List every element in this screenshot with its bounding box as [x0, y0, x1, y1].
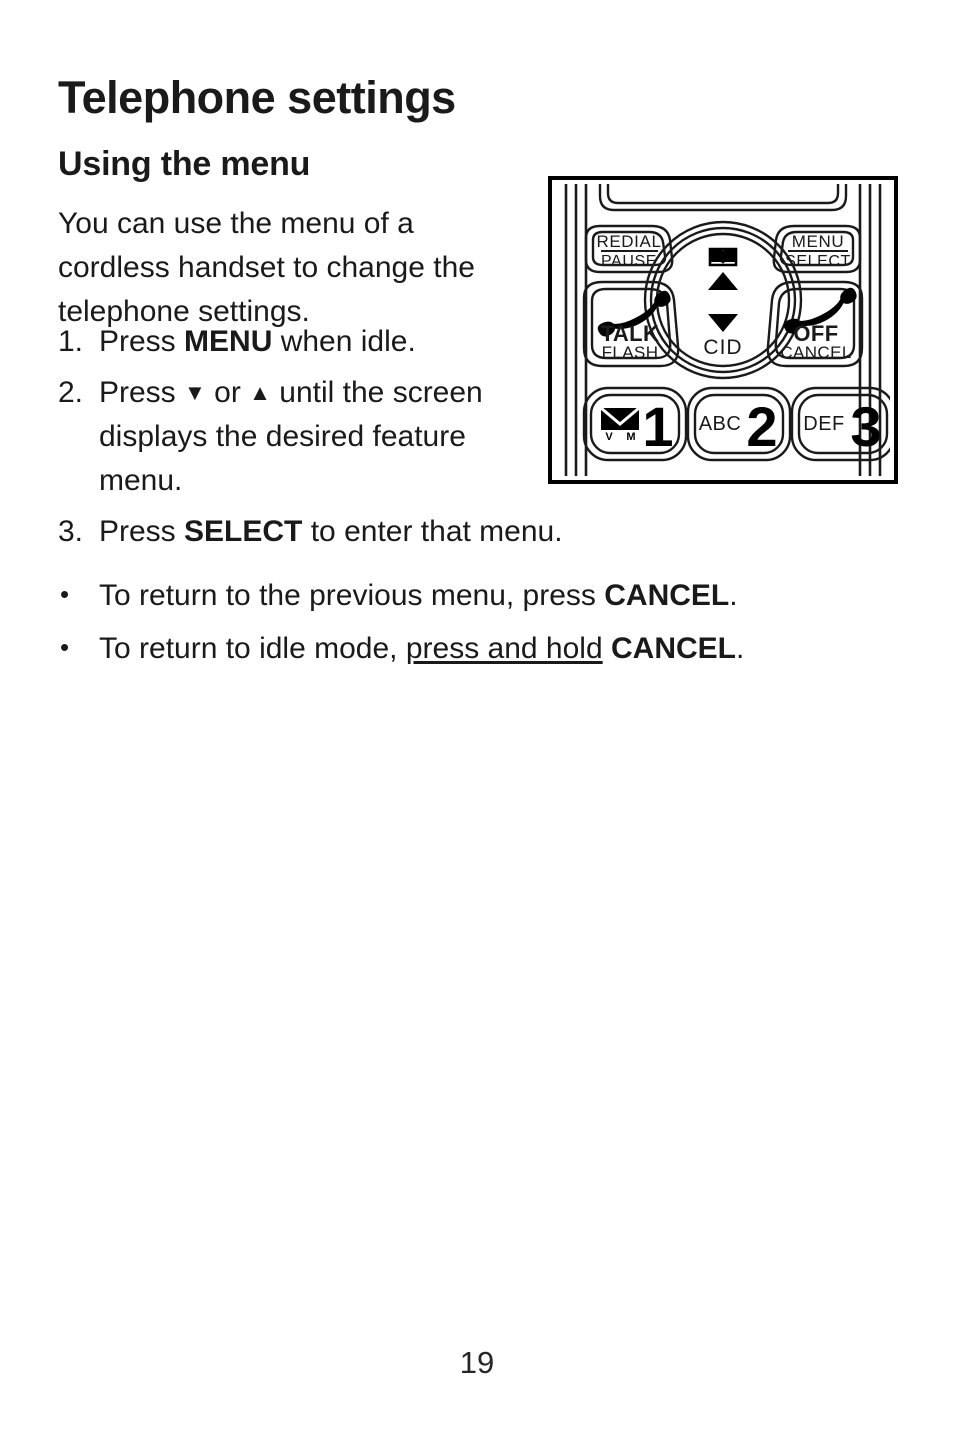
step-key-select: SELECT — [184, 515, 303, 548]
manual-page: Telephone settings Using the menu You ca… — [0, 0, 954, 1432]
svg-text:MENU: MENU — [792, 232, 844, 251]
list-item-step-3: 3. Press SELECT to enter that menu. — [58, 510, 898, 554]
step-marker: 3. — [58, 515, 84, 548]
svg-text:1: 1 — [642, 395, 673, 458]
down-arrow-icon: ▼ — [184, 380, 206, 405]
note-text-post: . — [735, 632, 745, 665]
step-text-pre: Press — [99, 515, 185, 548]
svg-text:CID: CID — [703, 336, 742, 359]
list-item-note-2: • To return to idle mode, press and hold… — [58, 623, 918, 674]
svg-text:PAUSE: PAUSE — [601, 253, 657, 270]
note-text-pre: To return to idle mode, — [99, 632, 406, 665]
section-heading: Using the menu — [58, 145, 311, 184]
note-key-cancel: CANCEL — [604, 579, 730, 612]
note-emphasis-press-and-hold: press and hold — [405, 632, 603, 665]
note-key-cancel: CANCEL — [610, 632, 736, 665]
step-text: Press ▼ or ▲ until the screen displays t… — [99, 376, 483, 497]
step-text: Press SELECT to enter that menu. — [99, 515, 563, 548]
bullet-notes: • To return to the previous menu, press … — [58, 570, 918, 676]
numbered-steps: 1. Press MENU when idle. 2. Press ▼ or ▲… — [58, 320, 518, 510]
step-marker: 2. — [58, 376, 84, 409]
step-text-post: to enter that menu. — [302, 515, 563, 548]
bullet-icon: • — [60, 632, 70, 662]
note-text-pre: To return to the previous menu, press — [99, 579, 605, 612]
list-item-step-2: 2. Press ▼ or ▲ until the screen display… — [58, 371, 518, 503]
step-text-mid: or — [205, 376, 250, 409]
intro-paragraph: You can use the menu of a cordless hands… — [58, 207, 475, 328]
step-text-pre: Press — [99, 376, 185, 409]
bullet-icon: • — [60, 579, 70, 609]
page-title: Telephone settings — [58, 72, 456, 124]
step-key-menu: MENU — [184, 325, 273, 358]
step-text-post: when idle. — [272, 325, 416, 358]
note-text-mid — [603, 632, 611, 665]
svg-text:V: V — [605, 431, 613, 443]
svg-text:CANCEL: CANCEL — [780, 343, 851, 362]
list-item-note-1: • To return to the previous menu, press … — [58, 570, 918, 621]
step-text-pre: Press — [99, 325, 185, 358]
svg-text:M: M — [626, 431, 635, 443]
cordless-handset-keypad-illustration: REDIAL PAUSE MENU SELECT TALK FLASH OFF — [548, 176, 898, 484]
note-text: To return to idle mode, press and hold C… — [99, 632, 744, 665]
step-marker: 1. — [58, 325, 84, 358]
svg-text:3: 3 — [850, 395, 881, 458]
svg-text:DEF: DEF — [803, 413, 845, 435]
svg-text:2: 2 — [746, 395, 777, 458]
page-number: 19 — [459, 1345, 495, 1380]
note-text: To return to the previous menu, press CA… — [99, 579, 738, 612]
svg-text:FLASH: FLASH — [602, 343, 659, 362]
note-text-post: . — [729, 579, 738, 612]
step-text: Press MENU when idle. — [99, 325, 416, 358]
list-item-step-1: 1. Press MENU when idle. — [58, 320, 518, 364]
up-arrow-icon: ▲ — [249, 380, 271, 405]
svg-text:SELECT: SELECT — [785, 253, 851, 270]
svg-text:REDIAL: REDIAL — [596, 232, 661, 251]
svg-text:ABC: ABC — [699, 413, 742, 435]
